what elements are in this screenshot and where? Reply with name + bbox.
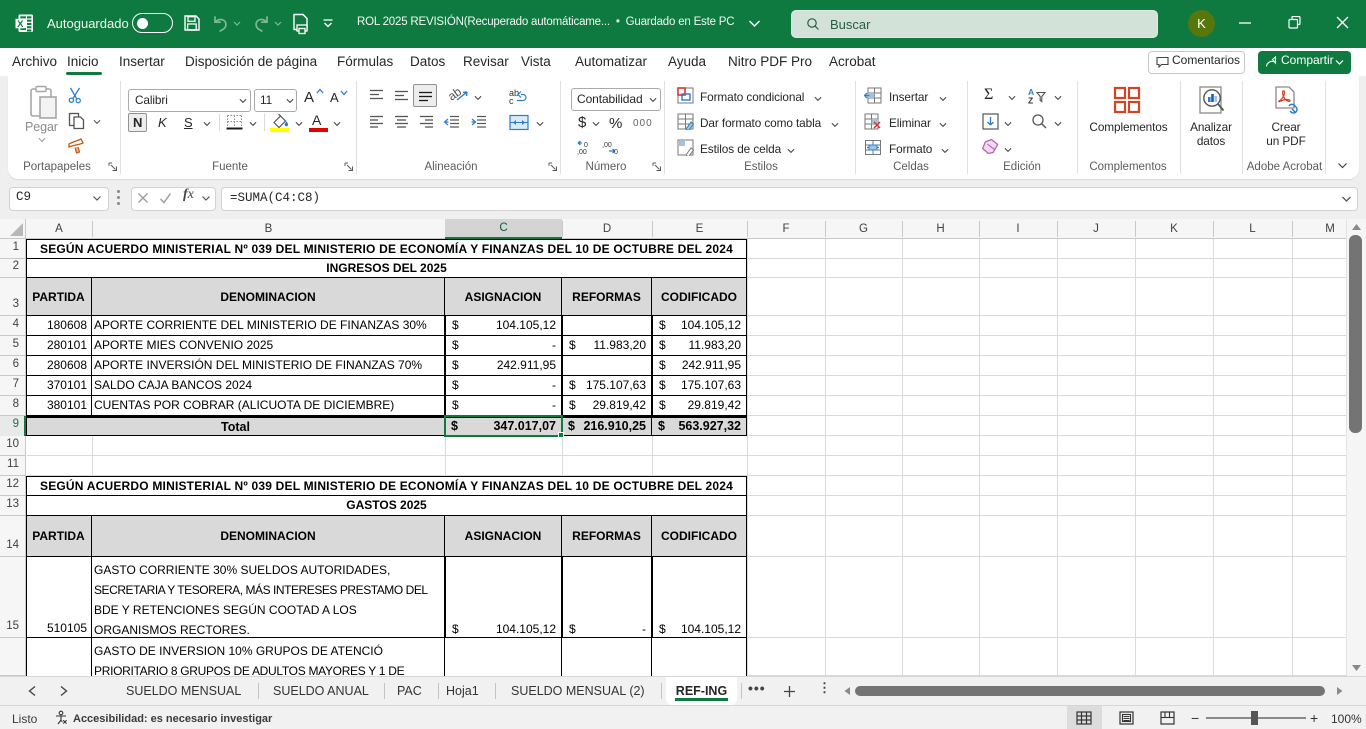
svg-text:0: 0: [584, 142, 588, 149]
svg-text:,00: ,00: [602, 142, 612, 149]
svg-text:,00: ,00: [577, 149, 587, 155]
svg-text:0: 0: [614, 149, 618, 155]
svg-text:X: X: [17, 19, 24, 30]
svg-text:c: c: [509, 96, 514, 104]
svg-text:Z: Z: [1028, 96, 1033, 105]
